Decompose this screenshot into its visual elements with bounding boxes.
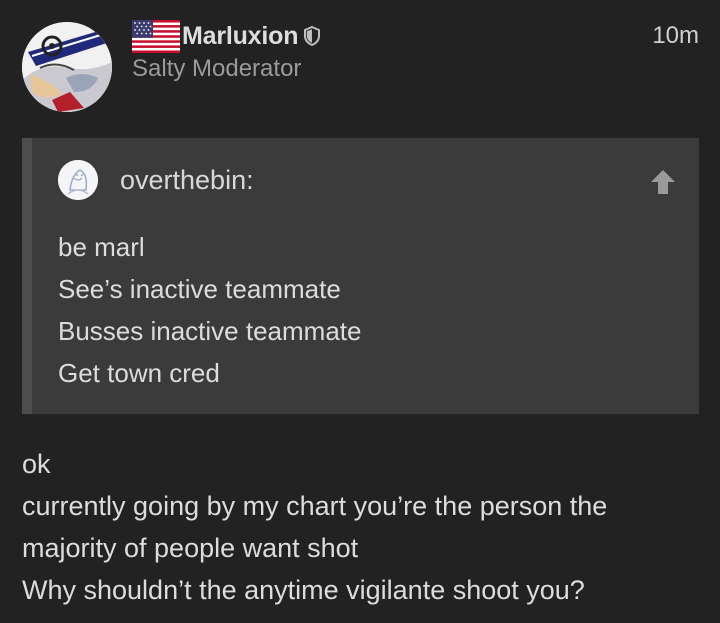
quote-block: overthebin: be marl See’s inactive teamm… — [22, 138, 699, 414]
user-avatar[interactable] — [22, 22, 112, 112]
quote-header: overthebin: — [58, 160, 254, 200]
post-timestamp[interactable]: 10m — [652, 22, 699, 50]
quote-author-name[interactable]: overthebin: — [120, 165, 254, 196]
author-line: Marluxion — [132, 19, 321, 53]
up-arrow-icon[interactable] — [649, 169, 677, 195]
user-title: Salty Moderator — [132, 55, 302, 82]
quote-line: See’s inactive teammate — [58, 274, 341, 304]
body-line: Why shouldn’t the anytime vigilante shoo… — [22, 575, 585, 605]
moderator-shield-icon — [304, 26, 321, 46]
post-body: ok currently going by my chart you’re th… — [22, 443, 607, 611]
quote-author-avatar[interactable] — [58, 160, 98, 200]
us-flag-icon — [132, 19, 180, 53]
body-line: majority of people want shot — [22, 533, 359, 563]
forum-post: Marluxion Salty Moderator 10m overthebin… — [0, 0, 720, 623]
quote-line: Busses inactive teammate — [58, 316, 362, 346]
quote-text: be marl See’s inactive teammate Busses i… — [58, 226, 361, 394]
quote-line: Get town cred — [58, 358, 220, 388]
body-line: ok — [22, 449, 51, 479]
body-line: currently going by my chart you’re the p… — [22, 491, 608, 521]
quote-line: be marl — [58, 232, 145, 262]
username-link[interactable]: Marluxion — [182, 22, 298, 51]
